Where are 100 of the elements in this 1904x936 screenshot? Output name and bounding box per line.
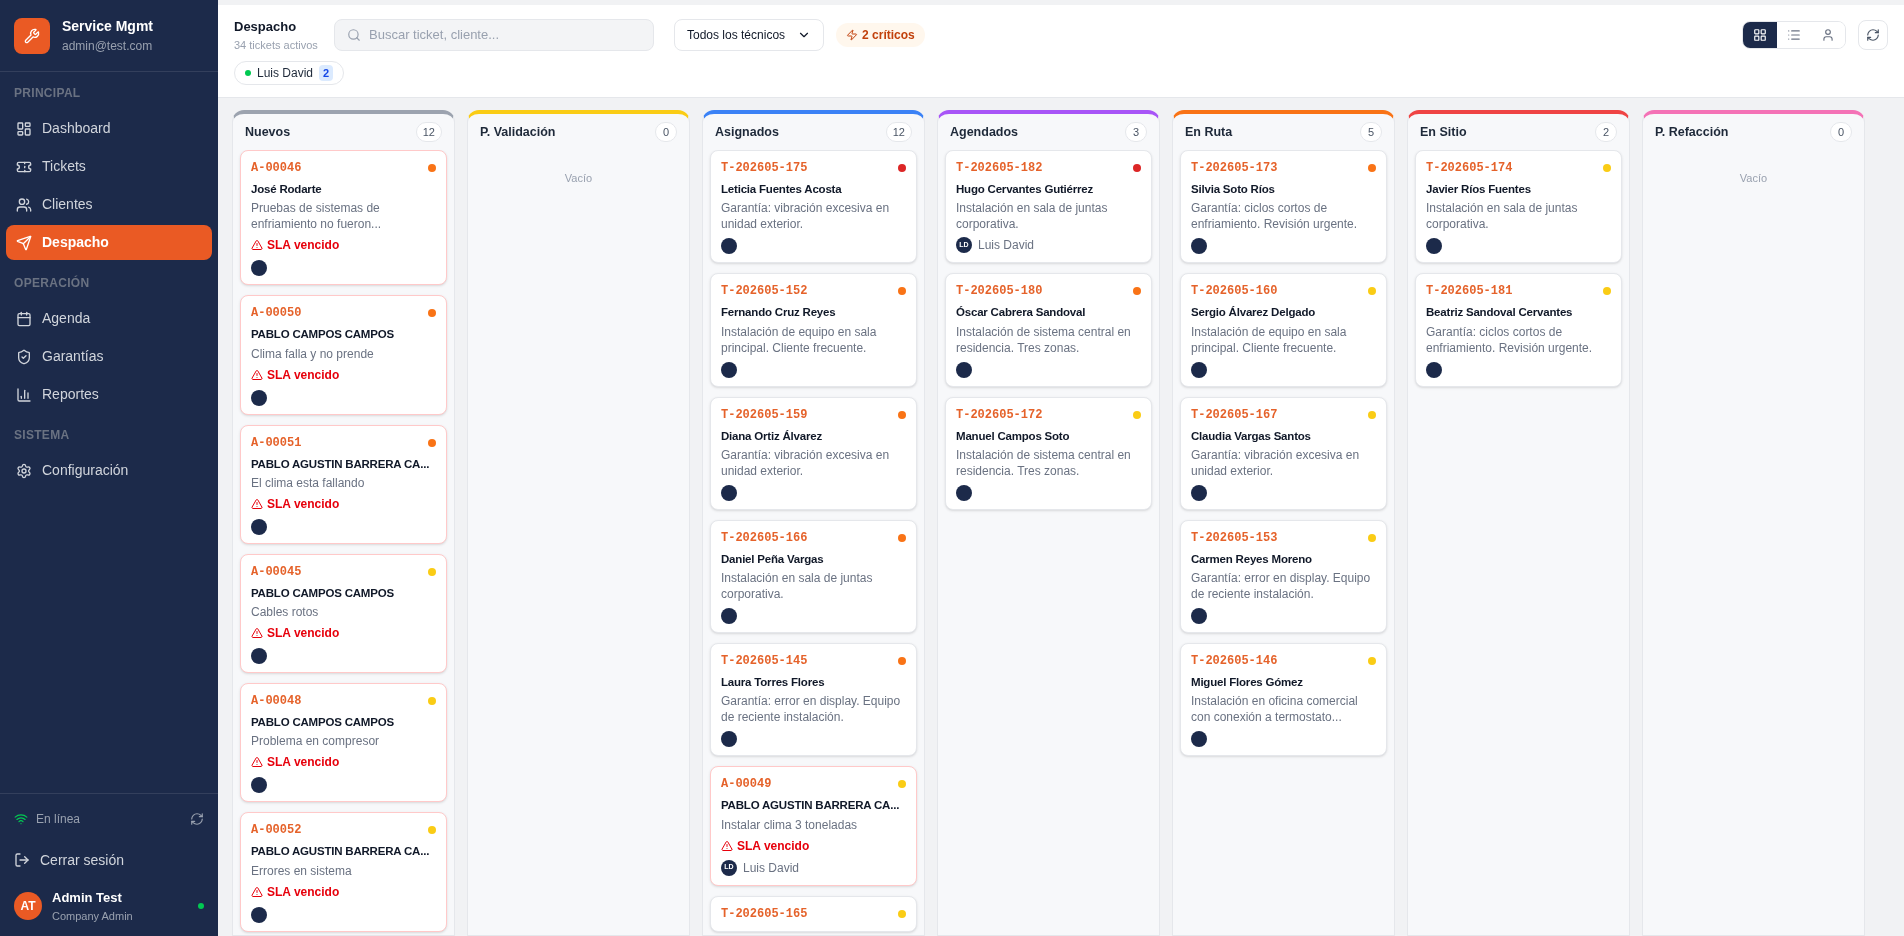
warning-icon xyxy=(251,497,263,510)
ticket-card[interactable]: T-202605-173 Silvia Soto Ríos Garantía: ciclos cortos de enfriamiento. Revisión urgente. xyxy=(1180,150,1387,264)
client-name: PABLO CAMPOS CAMPOS xyxy=(251,327,395,343)
ticket-code: T-202605-145 xyxy=(721,653,808,670)
sla-label: SLA vencido xyxy=(737,837,810,855)
critical-badge: 2 críticos xyxy=(836,23,925,47)
client-name: PABLO CAMPOS CAMPOS xyxy=(251,585,395,601)
avatar-placeholder xyxy=(721,238,737,255)
ticket-description: Pruebas de sistemas de enfriamiento no fueron... xyxy=(251,200,383,233)
ticket-card[interactable]: T-202605-153 Carmen Reyes Moreno Garantía: error en display. Equipo de reciente instalación. xyxy=(1180,519,1387,633)
ticket-card[interactable]: A-00050 PABLO CAMPOS CAMPOS Clima falla y no prende SLA vencido xyxy=(240,295,447,415)
ticket-card[interactable]: T-202605-159 Diana Ortiz Álvarez Garantía: vibración excesiva en unidad exterior. xyxy=(710,396,917,510)
brand-name: Service Mgmt xyxy=(62,17,154,36)
ticket-code: T-202605-166 xyxy=(721,529,808,547)
ticket-card[interactable]: T-202605-152 Fernando Cruz Reyes Instalación de equipo en sala principal. Cliente frecuente. xyxy=(710,273,917,387)
ticket-card[interactable]: A-00052 PABLO AGUSTIN BARRERA CA... Errores en sistema SLA vencido xyxy=(240,812,447,932)
user-icon xyxy=(1821,28,1835,42)
ticket-code: T-202605-174 xyxy=(1426,160,1513,177)
assignee-name: Luis David xyxy=(978,237,1035,255)
nav-item[interactable]: Tickets xyxy=(6,149,212,184)
search-field[interactable]: Buscar ticket, cliente... xyxy=(334,19,654,51)
nav-item[interactable]: Configuración xyxy=(6,453,212,488)
ticket-code: T-202605-160 xyxy=(1191,283,1278,301)
avatar-placeholder xyxy=(251,906,267,923)
nav-item[interactable]: Reportes xyxy=(6,377,212,412)
ticket-card[interactable]: T-202605-172 Manuel Campos Soto Instalación de sistema central en residencia. Tres zonas. xyxy=(945,396,1152,510)
avatar-placeholder xyxy=(251,518,267,535)
avatar-placeholder xyxy=(1191,484,1207,501)
ticket-description: Garantía: ciclos cortos de enfriamiento. Revisión urgente. xyxy=(1426,323,1594,356)
nav-item[interactable]: Garantías xyxy=(6,339,212,374)
client-name: Hugo Cervantes Gutiérrez xyxy=(956,182,1095,197)
client-name: PABLO AGUSTIN BARRERA CA... xyxy=(721,798,901,814)
refresh-button[interactable] xyxy=(1858,20,1888,50)
nav-item[interactable]: Despacho xyxy=(6,225,212,260)
nav-item[interactable]: Clientes xyxy=(6,187,212,222)
page-title: Despacho xyxy=(234,18,298,36)
ticket-card[interactable]: T-202605-167 Claudia Vargas Santos Garantía: vibración excesiva en unidad exterior. xyxy=(1180,396,1387,510)
ticket-card[interactable]: A-00045 PABLO CAMPOS CAMPOS Cables rotos SLA vencido xyxy=(240,553,447,673)
ticket-code: T-202605-172 xyxy=(956,406,1043,424)
grid-view-button[interactable] xyxy=(1743,22,1777,48)
ticket-code: T-202605-167 xyxy=(1191,406,1278,424)
client-name: Miguel Flores Gómez xyxy=(1191,675,1304,690)
client-name: Carmen Reyes Moreno xyxy=(1191,551,1313,567)
logout-button[interactable]: Cerrar sesión xyxy=(14,844,204,876)
refresh-icon[interactable] xyxy=(190,812,204,826)
ticket-card[interactable]: A-00051 PABLO AGUSTIN BARRERA CA... El clima esta fallando SLA vencido xyxy=(240,424,447,544)
avatar-placeholder xyxy=(721,731,737,748)
technician-count: 2 xyxy=(319,64,334,82)
empty-state: Vacío xyxy=(1738,171,1769,186)
ticket-description: Instalación de equipo en sala principal. Cliente frecuente. xyxy=(1191,323,1348,356)
avatar-placeholder xyxy=(956,484,972,501)
avatar-placeholder xyxy=(1426,238,1442,255)
technician-select[interactable]: Todos los técnicos xyxy=(674,19,825,51)
avatar-placeholder xyxy=(1191,731,1207,748)
ticket-card[interactable]: T-202605-160 Sergio Álvarez Delgado Instalación de equipo en sala principal. Cliente frecuente. xyxy=(1180,273,1387,387)
ticket-card[interactable]: A-00048 PABLO CAMPOS CAMPOS Problema en compresor SLA vencido xyxy=(240,683,447,803)
sla-label: SLA vencido xyxy=(267,625,340,642)
search-input[interactable]: Buscar ticket, cliente... xyxy=(369,25,641,45)
ticket-description: El clima esta fallando xyxy=(251,474,366,491)
ticket-code: T-202605-180 xyxy=(956,283,1043,301)
column-count: 2 xyxy=(1595,122,1617,142)
client-name: Fernando Cruz Reyes xyxy=(721,305,837,321)
sla-label: SLA vencido xyxy=(267,237,340,255)
ticket-card[interactable]: T-202605-181 Beatriz Sandoval Cervantes Garantía: ciclos cortos de enfriamiento. Revisión urgente. xyxy=(1415,273,1622,387)
ticket-code: T-202605-181 xyxy=(1426,283,1513,301)
ticket-description: Instalación de equipo en sala principal. Cliente frecuente. xyxy=(721,323,878,356)
ticket-card[interactable]: A-00046 José Rodarte Pruebas de sistemas de enfriamiento no fueron... SLA vencido xyxy=(240,150,447,286)
client-name: Javier Ríos Fuentes xyxy=(1426,182,1532,197)
assignee-name: Luis David xyxy=(743,859,800,877)
client-name: Manuel Campos Soto xyxy=(956,428,1071,444)
client-name: Silvia Soto Ríos xyxy=(1191,182,1276,197)
column-title: En Sitio xyxy=(1420,123,1467,141)
section-title: OPERACIÓN xyxy=(13,274,91,292)
column-title: Nuevos xyxy=(245,123,291,141)
calendar-icon xyxy=(16,310,32,327)
ticket-card[interactable]: T-202605-146 Miguel Flores Gómez Instalación en oficina comercial con conexión a termostato... xyxy=(1180,643,1387,757)
avatar-placeholder xyxy=(251,260,267,277)
ticket-description: Clima falla y no prende xyxy=(251,345,375,362)
ticket-card[interactable]: T-202605-180 Óscar Cabrera Sandoval Instalación de sistema central en residencia. Tres zonas. xyxy=(945,273,1152,387)
ticket-description: Instalación de sistema central en residencia. Tres zonas. xyxy=(956,446,1132,479)
nav-item[interactable]: Dashboard xyxy=(6,111,212,146)
ticket-description: Garantía: vibración excesiva en unidad exterior. xyxy=(721,446,891,479)
warning-icon xyxy=(721,839,733,852)
ticket-code: T-202605-175 xyxy=(721,160,808,177)
ticket-code: A-00049 xyxy=(721,776,772,794)
avatar-placeholder xyxy=(1426,361,1442,378)
nav-item[interactable]: Agenda xyxy=(6,301,212,336)
ticket-card[interactable]: T-202605-174 Javier Ríos Fuentes Instalación en sala de juntas corporativa. xyxy=(1415,150,1622,264)
client-name: Diana Ortiz Álvarez xyxy=(721,428,823,444)
empty-state: Vacío xyxy=(563,171,594,186)
column-title: Agendados xyxy=(950,123,1019,141)
ticket-card[interactable]: T-202605-175 Leticia Fuentes Acosta Garantía: vibración excesiva en unidad exterior. xyxy=(710,150,917,264)
avatar-placeholder xyxy=(251,389,267,406)
ticket-card[interactable]: T-202605-145 Laura Torres Flores Garantía: error en display. Equipo de reciente instalación. xyxy=(710,643,917,757)
ticket-code: A-00052 xyxy=(251,822,302,840)
column-title: Asignados xyxy=(715,123,779,141)
client-name: PABLO AGUSTIN BARRERA CA... xyxy=(251,456,431,472)
ticket-description: Garantía: vibración excesiva en unidad exterior. xyxy=(1191,446,1361,479)
ticket-description: Garantía: vibración excesiva en unidad exterior. xyxy=(721,200,891,233)
ticket-card[interactable]: T-202605-166 Daniel Peña Vargas Instalación en sala de juntas corporativa. xyxy=(710,519,917,633)
